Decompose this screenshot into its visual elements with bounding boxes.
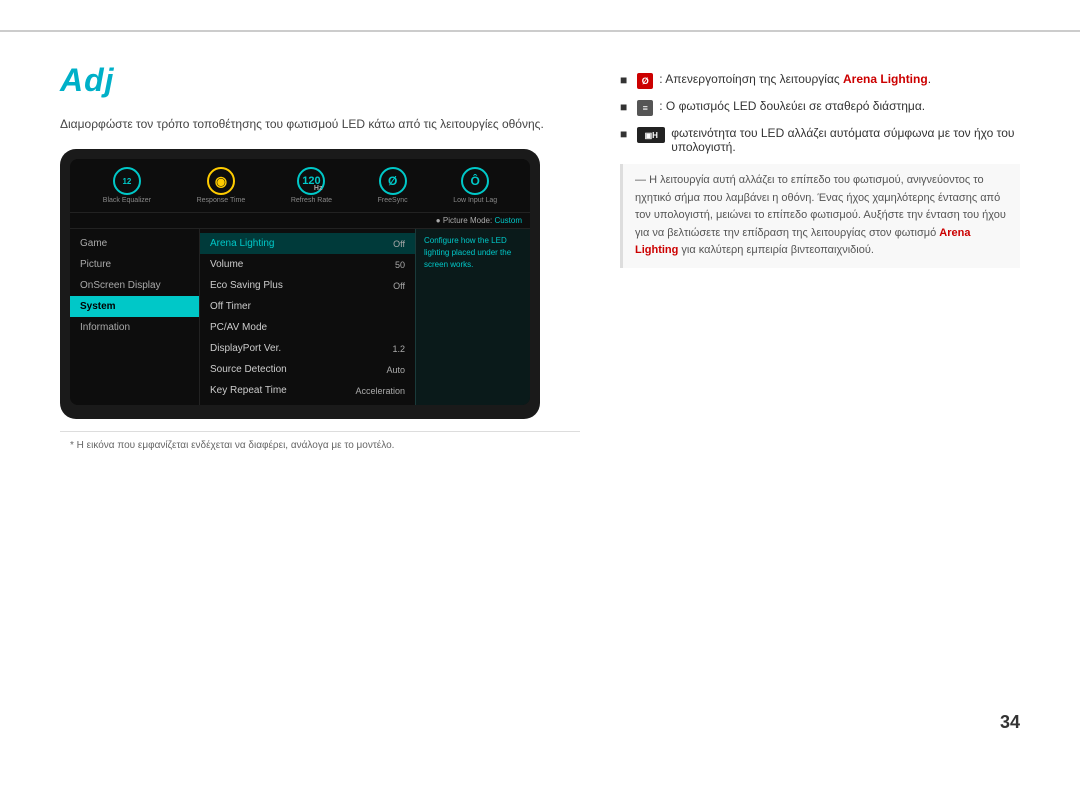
menu-right-pcav[interactable]: PC/AV Mode	[200, 317, 415, 338]
icon-circle-black-eq: 12	[113, 167, 141, 195]
icon-label-refresh: Refresh Rate	[291, 197, 332, 204]
menu-right-source-detection[interactable]: Source Detection Auto	[200, 359, 415, 380]
right-panel: ■ Ø : Απενεργοποίηση της λειτουργίας Are…	[620, 62, 1020, 451]
arena-lighting-label: Arena Lighting	[210, 238, 275, 249]
icon-freesync: Ø FreeSync	[378, 167, 408, 204]
config-panel: Configure how the LED lighting placed un…	[415, 229, 530, 405]
page-title: Adj	[60, 62, 580, 99]
subnote-end: για καλύτερη εμπειρία βιντεοπαιχνιδιού.	[678, 244, 874, 256]
bullet-text-3: φωτεινότητα του LED αλλάζει αυτόματα σύμ…	[671, 126, 1020, 154]
arena-lighting-value: Off	[393, 239, 405, 249]
menu-right-key-repeat[interactable]: Key Repeat Time Acceleration	[200, 380, 415, 401]
menu-right-arena-lighting[interactable]: Arena Lighting Off	[200, 233, 415, 254]
icon-black-equalizer: 12 Black Equalizer	[103, 167, 151, 204]
monitor-mockup: 12 Black Equalizer ◉ Response Time 120Hz…	[60, 149, 540, 419]
key-repeat-label: Key Repeat Time	[210, 385, 287, 396]
volume-value: 50	[395, 260, 405, 270]
pcav-label: PC/AV Mode	[210, 322, 267, 333]
picture-mode-badge: ● Picture Mode: Custom	[70, 213, 530, 229]
menu-area: Game Picture OnScreen Display System Inf…	[70, 229, 415, 405]
eco-saving-value: Off	[393, 281, 405, 291]
icon-circle-response: ◉	[207, 167, 235, 195]
config-text: Configure how the LED lighting placed un…	[424, 236, 511, 269]
menu-right-eco-saving[interactable]: Eco Saving Plus Off	[200, 275, 415, 296]
bullet-item-3: ■ ▣H φωτεινότητα του LED αλλάζει αυτόματ…	[620, 126, 1020, 154]
menu-item-system[interactable]: System	[70, 296, 199, 317]
bullet-list: ■ Ø : Απενεργοποίηση της λειτουργίας Are…	[620, 72, 1020, 154]
menu-item-information[interactable]: Information	[70, 317, 199, 338]
menu-item-onscreen[interactable]: OnScreen Display	[70, 275, 199, 296]
source-detection-value: Auto	[386, 365, 405, 375]
icon-circle-refresh: 120Hz	[297, 167, 325, 195]
monitor-screen: 12 Black Equalizer ◉ Response Time 120Hz…	[70, 159, 530, 405]
icons-bar: 12 Black Equalizer ◉ Response Time 120Hz…	[70, 159, 530, 213]
menu-right: Arena Lighting Off Volume 50 Eco Saving …	[200, 229, 415, 405]
menu-item-game[interactable]: Game	[70, 233, 199, 254]
menu-right-off-timer[interactable]: Off Timer	[200, 296, 415, 317]
bullet-item-2: ■ ≡ : Ο φωτισμός LED δουλεύει σε σταθερό…	[620, 99, 1020, 116]
menu-left: Game Picture OnScreen Display System Inf…	[70, 229, 200, 405]
bullet-item-1: ■ Ø : Απενεργοποίηση της λειτουργίας Are…	[620, 72, 1020, 89]
icon-label-black-eq: Black Equalizer	[103, 197, 151, 204]
arena-lighting-link-1: Arena Lighting	[843, 72, 928, 86]
bullet-icon-3: ▣H	[637, 127, 665, 143]
icon-circle-freesync: Ø	[379, 167, 407, 195]
icon-refresh-rate: 120Hz Refresh Rate	[291, 167, 332, 204]
icon-label-freesync: FreeSync	[378, 197, 408, 204]
menu-item-picture[interactable]: Picture	[70, 254, 199, 275]
bullet-icon-1: Ø	[637, 73, 653, 89]
left-panel: Adj Διαμορφώστε τον τρόπο τοποθέτησης το…	[60, 62, 580, 451]
displayport-value: 1.2	[392, 344, 405, 354]
key-repeat-value: Acceleration	[355, 386, 405, 396]
source-detection-label: Source Detection	[210, 364, 287, 375]
menu-right-volume[interactable]: Volume 50	[200, 254, 415, 275]
menu-wrapper: Game Picture OnScreen Display System Inf…	[70, 229, 530, 405]
bullet-text-1: : Απενεργοποίηση της λειτουργίας Arena L…	[659, 72, 931, 86]
subnote-dash: ―	[635, 174, 649, 186]
volume-label: Volume	[210, 259, 243, 270]
displayport-label: DisplayPort Ver.	[210, 343, 281, 354]
footnote: * Η εικόνα που εμφανίζεται ενδέχεται να …	[60, 431, 580, 451]
page-number: 34	[1000, 712, 1020, 733]
icon-low-input-lag: Ô Low Input Lag	[453, 167, 497, 204]
eco-saving-label: Eco Saving Plus	[210, 280, 283, 291]
sub-note: ― Η λειτουργία αυτή αλλάζει το επίπεδο τ…	[620, 164, 1020, 268]
icon-label-response: Response Time	[197, 197, 246, 204]
icon-circle-input-lag: Ô	[461, 167, 489, 195]
menu-right-displayport[interactable]: DisplayPort Ver. 1.2	[200, 338, 415, 359]
off-timer-label: Off Timer	[210, 301, 251, 312]
icon-response-time: ◉ Response Time	[197, 167, 246, 204]
picture-mode-value: Custom	[494, 216, 522, 225]
bullet-icon-2: ≡	[637, 100, 653, 116]
icon-label-input-lag: Low Input Lag	[453, 197, 497, 204]
bullet-text-2: : Ο φωτισμός LED δουλεύει σε σταθερό διά…	[659, 99, 925, 113]
subtitle-text: Διαμορφώστε τον τρόπο τοποθέτησης του φω…	[60, 117, 580, 131]
